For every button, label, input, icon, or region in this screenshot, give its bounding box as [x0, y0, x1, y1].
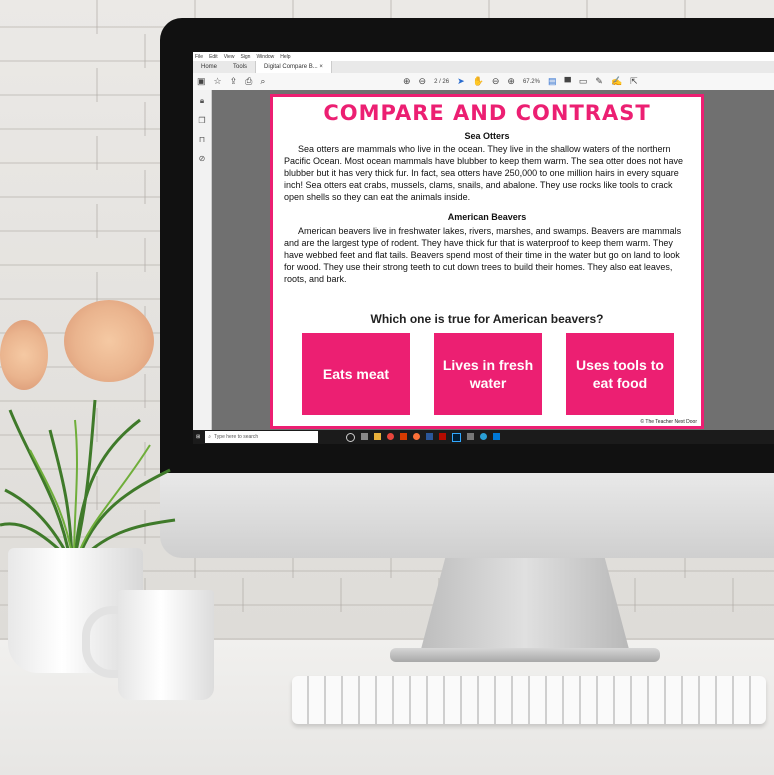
taskbar-search-placeholder: Type here to search	[214, 434, 259, 440]
tab-home[interactable]: Home	[193, 64, 225, 70]
bookmark-star-icon[interactable]: ☆	[214, 76, 222, 87]
save-icon[interactable]: ▣	[197, 76, 206, 87]
share-icon[interactable]: ⇱	[630, 76, 638, 87]
toolbar: ▣ ☆ ⇪ ⎙ ⌕ ⊕ ⊖ 2 / 26 ➤ ✋ ⊖ ⊕ 67.2% ▤ ▀ ▭…	[193, 73, 774, 91]
page-down-icon[interactable]: ⊖	[419, 76, 427, 87]
menu-window[interactable]: Window	[256, 54, 274, 60]
search-icon[interactable]: ⌕	[260, 76, 265, 87]
hand-tool-icon[interactable]: ✋	[473, 76, 484, 87]
file-explorer-icon[interactable]	[374, 432, 382, 440]
task-view-icon[interactable]	[346, 432, 356, 442]
store-icon[interactable]	[493, 432, 501, 440]
chrome-icon[interactable]	[387, 432, 395, 440]
menu-edit[interactable]: Edit	[209, 54, 218, 60]
paragraph-sea-otters: Sea otters are mammals who live in the o…	[284, 144, 684, 202]
flower	[64, 300, 154, 382]
taskbar: ⊞ ⌕ Type here to search	[193, 430, 774, 444]
copyright-text: © The Teacher Next Door	[640, 419, 697, 425]
coffee-mug	[118, 590, 214, 700]
zoom-level[interactable]: 67.2%	[523, 79, 540, 85]
edge-icon[interactable]	[480, 432, 488, 440]
photoshop-icon[interactable]	[452, 432, 462, 442]
menu-sign[interactable]: Sign	[240, 54, 250, 60]
tab-tools[interactable]: Tools	[225, 64, 255, 70]
flower	[0, 320, 48, 390]
pdf-page: COMPARE AND CONTRAST Sea Otters Sea otte…	[270, 94, 704, 429]
multitask-icon[interactable]	[361, 432, 369, 440]
section-heading-american-beavers: American Beavers	[447, 212, 527, 222]
lock-icon[interactable]: 🔒︎	[200, 96, 204, 106]
upload-icon[interactable]: ⇪	[230, 76, 238, 87]
zoom-in-icon[interactable]: ⊕	[507, 76, 515, 87]
highlight-icon[interactable]: ▀	[565, 77, 571, 87]
page-title: COMPARE AND CONTRAST	[323, 101, 651, 125]
print-icon[interactable]: ⎙	[245, 76, 252, 87]
sign-icon[interactable]: ✍	[611, 76, 622, 87]
search-icon: ⌕	[208, 434, 212, 440]
answer-button-1[interactable]: Eats meat	[302, 333, 410, 415]
firefox-icon[interactable]	[413, 432, 421, 440]
menu-help[interactable]: Help	[280, 54, 290, 60]
taskbar-apps	[346, 432, 501, 442]
keyboard	[292, 676, 766, 724]
attachment-icon[interactable]: ⊘	[199, 154, 206, 163]
settings-icon[interactable]	[467, 432, 475, 440]
monitor-stand-base	[390, 648, 660, 662]
question-text: Which one is true for American beavers?	[370, 312, 604, 326]
answer-button-2[interactable]: Lives in fresh water	[434, 333, 542, 415]
menu-file[interactable]: File	[195, 54, 203, 60]
paragraph-american-beavers: American beavers live in freshwater lake…	[284, 226, 682, 284]
page-up-icon[interactable]: ⊕	[403, 76, 411, 87]
sidebar: 🔒︎ ❐ ⊓ ⊘	[193, 90, 212, 436]
bookmark-icon[interactable]: ⊓	[199, 135, 205, 144]
word-icon[interactable]	[426, 432, 434, 440]
monitor-chin	[160, 473, 774, 558]
monitor-stand	[420, 558, 630, 653]
tab-document[interactable]: Digital Compare B... ×	[255, 61, 332, 73]
page-fit-icon[interactable]: ▤	[548, 76, 557, 87]
answer-button-3[interactable]: Uses tools to eat food	[566, 333, 674, 415]
pen-icon[interactable]: ✎	[595, 76, 603, 87]
page-indicator[interactable]: 2 / 26	[434, 79, 449, 85]
pages-icon[interactable]: ❐	[198, 116, 205, 125]
menu-view[interactable]: View	[224, 54, 235, 60]
section-heading-sea-otters: Sea Otters	[464, 131, 510, 141]
zoom-out-icon[interactable]: ⊖	[492, 76, 500, 87]
comment-icon[interactable]: ▭	[579, 76, 588, 87]
taskbar-search[interactable]: ⌕ Type here to search	[205, 431, 319, 443]
windows-start-icon[interactable]: ⊞	[193, 434, 203, 440]
office-icon[interactable]	[400, 432, 408, 440]
acrobat-icon[interactable]	[439, 432, 447, 440]
menu-bar: File Edit View Sign Window Help	[193, 52, 774, 61]
select-cursor-icon[interactable]: ➤	[457, 76, 465, 87]
monitor-screen: File Edit View Sign Window Help Home Too…	[193, 52, 774, 444]
